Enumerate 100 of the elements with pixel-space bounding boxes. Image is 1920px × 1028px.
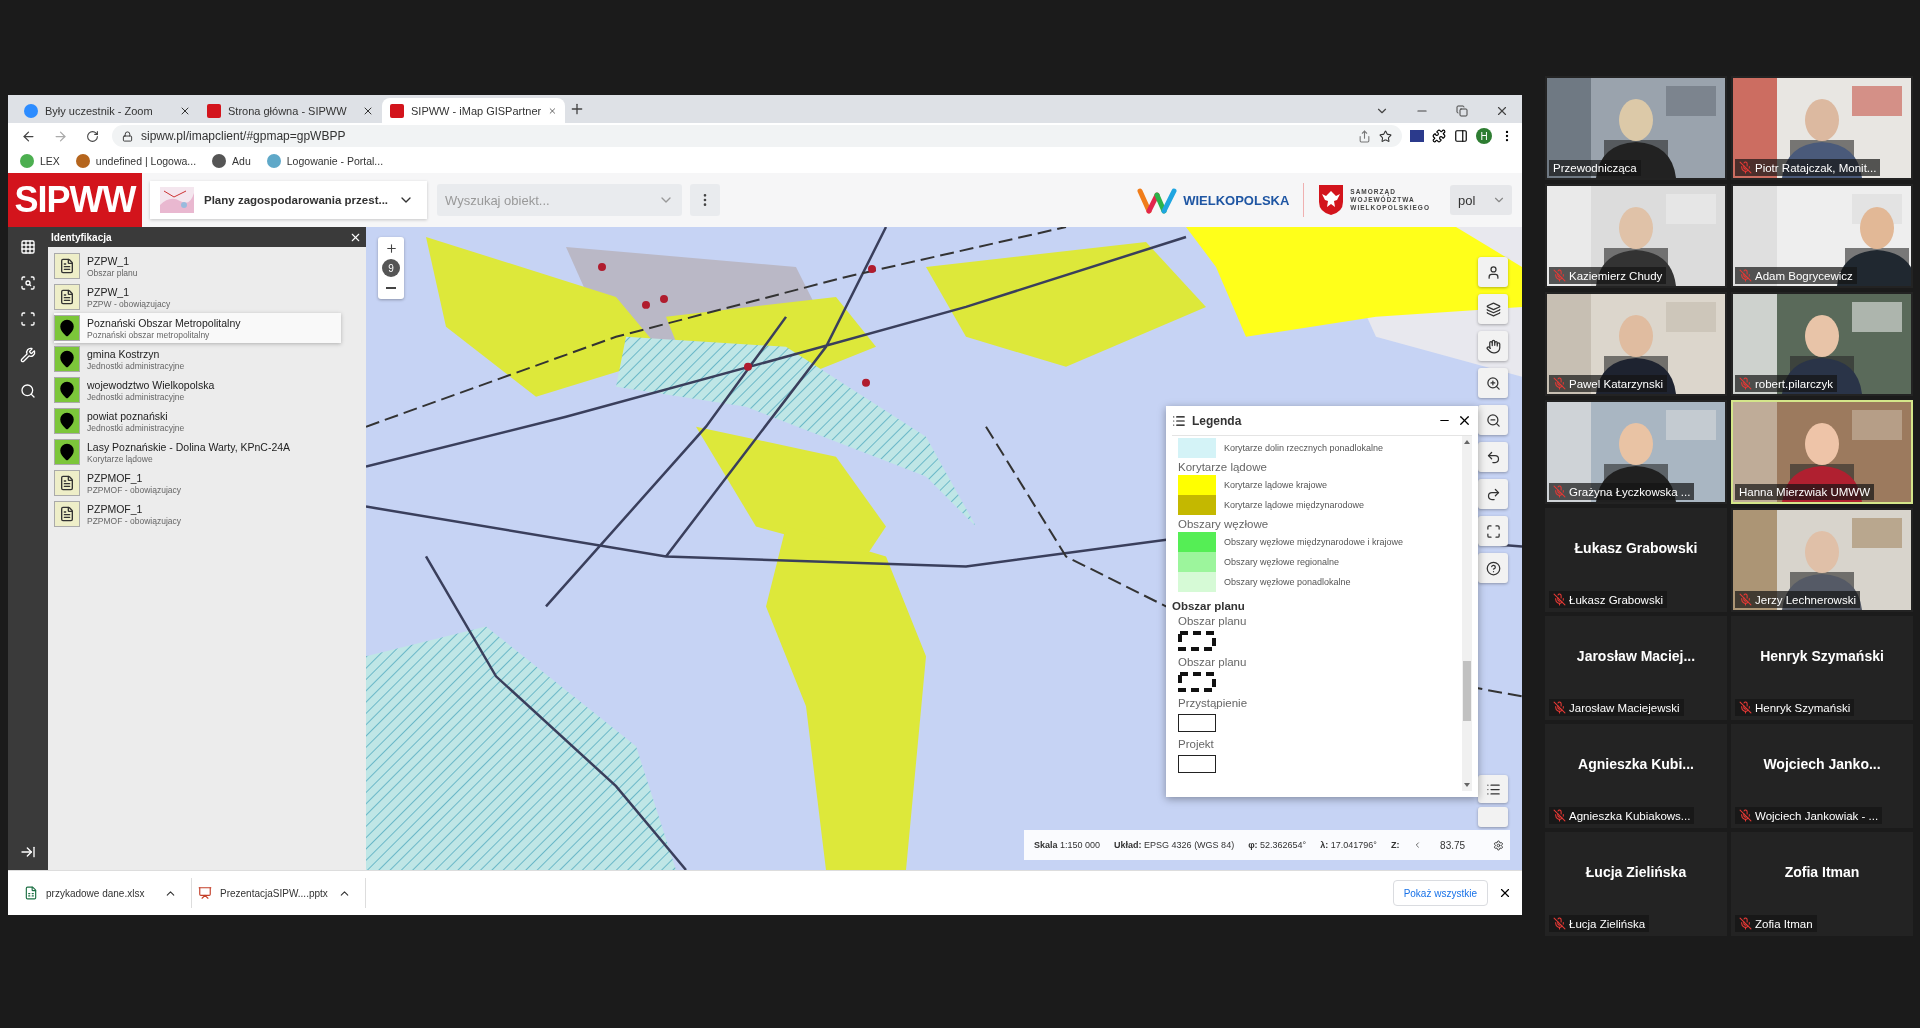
bookmark-link[interactable]: LEX <box>20 154 60 168</box>
selection-icon[interactable] <box>20 311 36 327</box>
person-button[interactable] <box>1478 257 1508 287</box>
help-icon <box>1485 560 1501 576</box>
share-icon[interactable] <box>1358 129 1371 143</box>
participant-display-name: Henryk Szymański <box>1759 648 1885 664</box>
scroll-down-icon[interactable] <box>1464 783 1470 787</box>
url-text: sipww.pl/imapclient/#gpmap=gpWBPP <box>141 129 346 143</box>
result-item[interactable]: PZPW_1 Obszar planu <box>54 251 341 281</box>
participant-name: Agnieszka Kubiakows... <box>1569 809 1691 822</box>
layers-button[interactable] <box>1478 294 1508 324</box>
show-all-button[interactable]: Pokaż wszystkie <box>1392 880 1488 906</box>
dashed-outline-symbol <box>1178 672 1216 692</box>
participant-name: Grażyna Łyczkowska ... <box>1569 485 1691 498</box>
coat-of-arms-icon <box>1318 184 1345 216</box>
profile-avatar[interactable]: H <box>1476 128 1492 144</box>
zoom-out-icon <box>1485 412 1501 428</box>
undo-icon <box>1485 449 1501 465</box>
restore-icon <box>1456 105 1468 117</box>
legend-section-title: Obszar planu <box>1172 600 1246 612</box>
legend-group-label: Projekt <box>1178 737 1215 752</box>
list-icon <box>1485 781 1501 797</box>
app-logo: SIPWW <box>8 173 142 227</box>
participant-name: Henryk Szymański <box>1755 701 1851 714</box>
result-item[interactable]: gmina Kostrzyn Jednostki administracyjne <box>54 344 341 374</box>
browser-tab[interactable]: SIPWW - iMap GISPartner <box>382 98 565 123</box>
longitude-text: λ: 17.041796° <box>1320 840 1377 850</box>
help-button[interactable] <box>1478 553 1508 583</box>
extensions-icon[interactable] <box>1432 129 1446 143</box>
side-panel-icon[interactable] <box>1454 129 1468 143</box>
download-item[interactable]: przykadowe dane.xlsx <box>18 878 192 908</box>
bookmark-link[interactable]: undefined | Logowa... <box>75 154 197 168</box>
participant-name: Łucja Zielińska <box>1569 917 1646 930</box>
result-item[interactable]: powiat poznański Jednostki administracyjne <box>54 406 341 436</box>
close-icon[interactable] <box>1457 413 1472 428</box>
result-item[interactable]: Poznański Obszar Metropolitalny Poznański obszar metropolitalny <box>54 313 341 343</box>
result-item[interactable]: PZPW_1 PZPW - obowiązujacy <box>54 282 341 312</box>
crs-text: Układ: EPSG 4326 (WGS 84) <box>1114 840 1235 850</box>
plus-icon <box>384 241 398 255</box>
legend-label: Korytarze dolin rzecznych ponadlokalne <box>1224 443 1384 453</box>
legend-title: Legenda <box>1192 413 1243 428</box>
close-icon[interactable] <box>1498 886 1512 900</box>
tools-icon[interactable] <box>20 347 36 363</box>
outline-symbol <box>1178 755 1216 773</box>
scroll-up-icon[interactable] <box>1464 440 1470 444</box>
participant-name: Przewodnicząca <box>1553 162 1637 174</box>
participant-name: Adam Bogrycewicz <box>1755 269 1853 282</box>
legend-button[interactable] <box>1478 775 1508 803</box>
zoom-out-button[interactable] <box>1478 405 1508 435</box>
address-field[interactable]: sipww.pl/imapclient/#gpmap=gpWBPP <box>112 125 1402 147</box>
search-field[interactable]: Wyszukaj obiekt... <box>437 184 682 216</box>
lock-icon <box>122 130 133 142</box>
language-select[interactable]: pol <box>1450 185 1512 215</box>
browser-tab[interactable]: Strona główna - SIPWW <box>199 98 382 123</box>
browser-tab[interactable]: Były uczestnik - Zoom <box>16 98 199 123</box>
plus-icon <box>569 101 585 117</box>
search-icon[interactable] <box>20 383 36 399</box>
sipww-favicon <box>207 103 221 118</box>
participant-name: Łukasz Grabowski <box>1569 593 1663 606</box>
zoom-in-button[interactable] <box>1478 368 1508 398</box>
legend-label: Korytarze lądowe międzynarodowe <box>1224 500 1365 510</box>
download-item[interactable]: PrezentacjaSIPW....pptx <box>192 878 366 908</box>
participant-display-name: Łukasz Grabowski <box>1573 540 1699 556</box>
result-item[interactable]: PZPMOF_1 PZPMOF - obowiązujacy <box>54 468 341 498</box>
bookmark-star-icon[interactable] <box>1379 129 1392 143</box>
settings-icon[interactable] <box>1493 837 1504 853</box>
z-value: 83.75 <box>1440 839 1466 851</box>
scale-text: Skala 1:150 000 <box>1034 840 1101 850</box>
redo-icon <box>1485 486 1501 502</box>
grid-icon[interactable] <box>20 239 36 255</box>
panel-title: Identyfikacja <box>51 231 113 243</box>
list-icon <box>1172 413 1186 428</box>
participant-name: Pawel Katarzynski <box>1569 377 1663 390</box>
hand-button[interactable] <box>1478 331 1508 361</box>
participant-name: robert.pilarczyk <box>1755 377 1833 390</box>
expand-panel-icon[interactable] <box>20 844 36 860</box>
reload-icon <box>85 129 99 143</box>
undo-button[interactable] <box>1478 442 1508 472</box>
sipww-favicon <box>390 103 404 118</box>
map-selector[interactable]: Plany zagospodarowania przest... <box>150 181 427 219</box>
list-search-icon[interactable] <box>20 275 36 291</box>
dashed-outline-symbol <box>1178 631 1216 651</box>
scrollbar-thumb[interactable] <box>1463 661 1471 721</box>
bookmark-link[interactable]: Adu <box>212 154 251 168</box>
spreadsheet-file-icon <box>24 886 38 900</box>
result-item[interactable]: PZPMOF_1 PZPMOF - obowiązujacy <box>54 499 341 529</box>
redo-button[interactable] <box>1478 479 1508 509</box>
hand-icon <box>1485 338 1501 354</box>
bookmark-link[interactable]: Logowanie - Portal... <box>266 154 384 168</box>
result-item[interactable]: Lasy Poznańskie - Dolina Warty, KPnC-24A Korytarze lądowe <box>54 437 341 467</box>
participant-name: Wojciech Jankowiak - ... <box>1755 809 1879 822</box>
participant-name: Hanna Mierzwiak UMWW <box>1739 486 1870 498</box>
scrollbar[interactable] <box>1462 436 1472 791</box>
participant-name: Jerzy Lechnerowski <box>1755 593 1856 606</box>
result-item[interactable]: wojewodztwo Wielkopolska Jednostki administracyjne <box>54 375 341 405</box>
legend-label: Korytarze lądowe krajowe <box>1224 480 1328 490</box>
fit-extent-icon <box>1485 523 1501 539</box>
minus-icon <box>386 287 396 289</box>
person-icon <box>1485 264 1501 280</box>
fit-extent-button[interactable] <box>1478 516 1508 546</box>
